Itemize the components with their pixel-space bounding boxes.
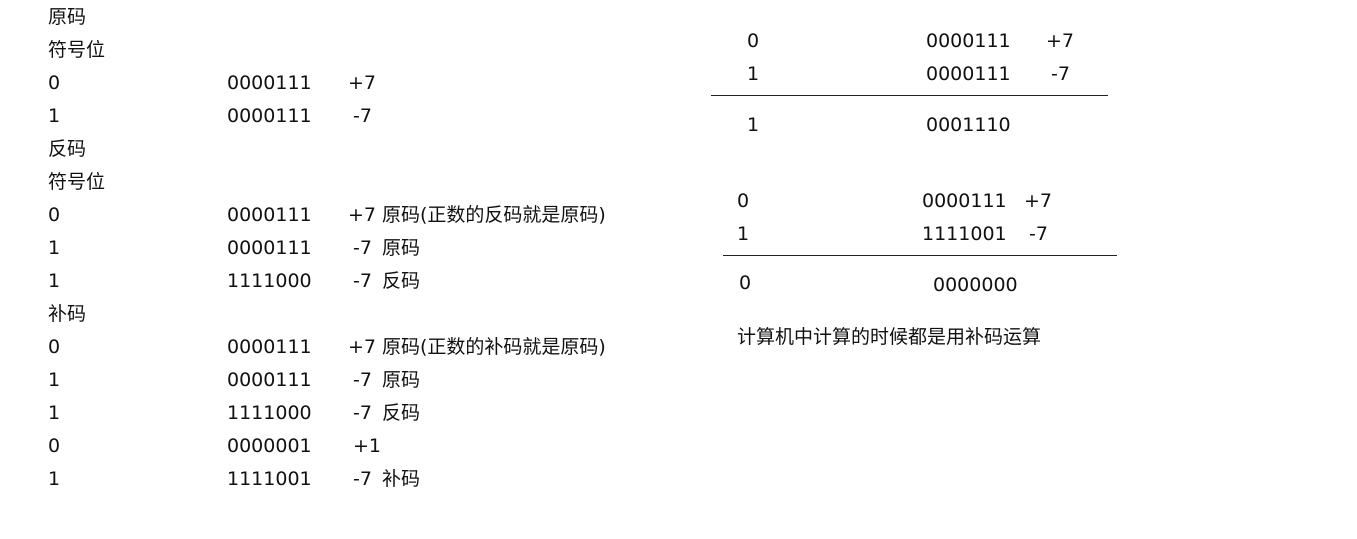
buma-row-4-bits: 0000001 [227, 435, 312, 457]
fanma-row-2-value: -7 [353, 237, 372, 259]
fanma-row-1-value: +7 [348, 204, 377, 226]
buma-row-2-note: 原码 [382, 369, 421, 391]
yuanma-sign-label: 符号位 [48, 39, 106, 61]
buma-row-4-sign: 0 [48, 435, 61, 457]
sum-original-result-sign: 1 [747, 114, 760, 136]
buma-row-1-bits: 0000111 [227, 336, 312, 358]
buma-row-4-value: +1 [353, 435, 382, 457]
fanma-row-3-bits: 1111000 [227, 270, 312, 292]
fanma-row-1-sign: 0 [48, 204, 61, 226]
buma-row-1-sign: 0 [48, 336, 61, 358]
yuanma-row-2-sign: 1 [48, 105, 61, 127]
sum-original-row-1-sign: 0 [747, 30, 760, 52]
sum-complement-row-2-sign: 1 [737, 223, 750, 245]
fanma-row-1-note: 原码(正数的反码就是原码) [382, 204, 606, 226]
buma-row-3-sign: 1 [48, 402, 61, 424]
sum-original-row-1-value: +7 [1046, 30, 1075, 52]
fanma-row-3-value: -7 [353, 270, 372, 292]
sum-complement-row-1-bits: 0000111 [922, 190, 1007, 212]
yuanma-row-1-sign: 0 [48, 72, 61, 94]
buma-row-2-sign: 1 [48, 369, 61, 391]
buma-row-2-value: -7 [353, 369, 372, 391]
sum-original-row-2-bits: 0000111 [926, 63, 1011, 85]
buma-title: 补码 [48, 303, 87, 325]
sum-original-row-2-value: -7 [1051, 63, 1070, 85]
fanma-title: 反码 [48, 138, 87, 160]
fanma-row-3-note: 反码 [382, 270, 421, 292]
yuanma-row-2-bits: 0000111 [227, 105, 312, 127]
sum-complement-row-1-sign: 0 [737, 190, 750, 212]
buma-row-5-value: -7 [353, 468, 372, 490]
buma-row-5-note: 补码 [382, 468, 421, 490]
buma-row-5-bits: 1111001 [227, 468, 312, 490]
yuanma-row-1-bits: 0000111 [227, 72, 312, 94]
sum-original-divider [711, 95, 1108, 96]
sum-complement-row-2-value: -7 [1029, 223, 1048, 245]
fanma-row-2-bits: 0000111 [227, 237, 312, 259]
buma-row-5-sign: 1 [48, 468, 61, 490]
sum-complement-result-sign: 0 [739, 272, 752, 294]
sum-complement-row-2-bits: 1111001 [922, 223, 1007, 245]
sum-complement-row-1-value: +7 [1024, 190, 1053, 212]
fanma-row-3-sign: 1 [48, 270, 61, 292]
buma-row-3-note: 反码 [382, 402, 421, 424]
yuanma-title: 原码 [48, 6, 87, 28]
buma-row-2-bits: 0000111 [227, 369, 312, 391]
sum-original-result-bits: 0001110 [926, 114, 1011, 136]
fanma-row-2-sign: 1 [48, 237, 61, 259]
yuanma-row-2-value: -7 [353, 105, 372, 127]
sum-original-row-2-sign: 1 [747, 63, 760, 85]
sum-complement-result-bits: 0000000 [933, 274, 1018, 296]
conclusion-text: 计算机中计算的时候都是用补码运算 [737, 326, 1042, 348]
buma-row-1-value: +7 [348, 336, 377, 358]
sum-complement-divider [723, 255, 1117, 256]
buma-row-1-note: 原码(正数的补码就是原码) [382, 336, 606, 358]
sum-original-row-1-bits: 0000111 [926, 30, 1011, 52]
fanma-row-1-bits: 0000111 [227, 204, 312, 226]
fanma-row-2-note: 原码 [382, 237, 421, 259]
fanma-sign-label: 符号位 [48, 171, 106, 193]
buma-row-3-value: -7 [353, 402, 372, 424]
buma-row-3-bits: 1111000 [227, 402, 312, 424]
yuanma-row-1-value: +7 [348, 72, 377, 94]
